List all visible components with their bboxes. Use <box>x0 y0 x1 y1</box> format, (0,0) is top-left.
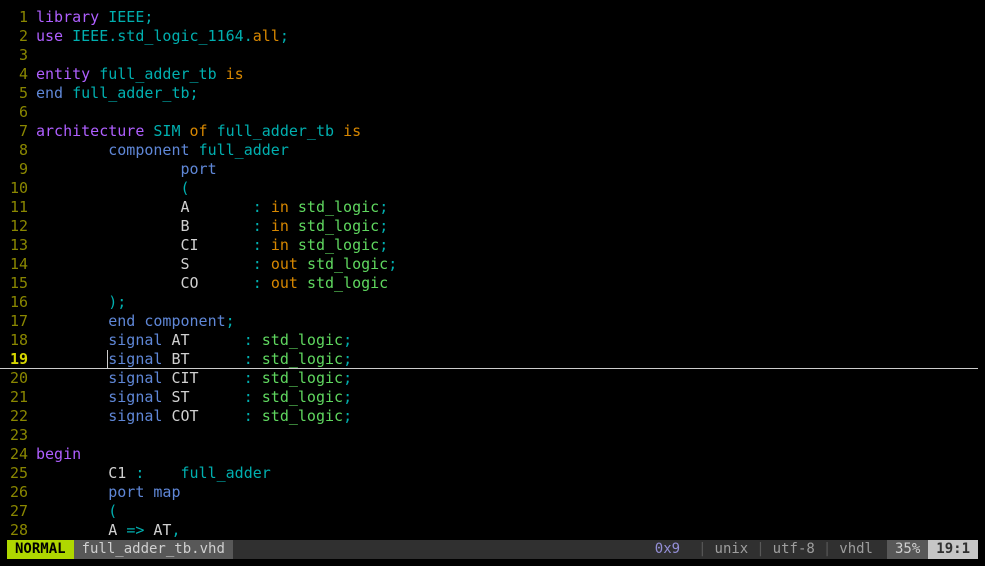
code-content[interactable]: end component; <box>36 312 985 331</box>
line-number: 26 <box>0 483 36 502</box>
line-number: 5 <box>0 84 36 103</box>
fileformat-indicator: unix <box>709 540 755 559</box>
code-content[interactable] <box>36 103 985 122</box>
line-number: 4 <box>0 65 36 84</box>
code-content[interactable]: signal AT : std_logic; <box>36 331 985 350</box>
code-content[interactable]: use IEEE.std_logic_1164.all; <box>36 27 985 46</box>
code-content[interactable]: port map <box>36 483 985 502</box>
code-content[interactable]: CO : out std_logic <box>36 274 985 293</box>
code-line[interactable]: 1library IEEE; <box>0 8 985 27</box>
line-number: 20 <box>0 369 36 388</box>
line-number: 8 <box>0 141 36 160</box>
line-number: 17 <box>0 312 36 331</box>
line-number: 28 <box>0 521 36 540</box>
code-content[interactable]: ( <box>36 179 985 198</box>
line-number: 27 <box>0 502 36 521</box>
code-content[interactable]: library IEEE; <box>36 8 985 27</box>
code-line[interactable]: 7architecture SIM of full_adder_tb is <box>0 122 985 141</box>
code-line[interactable]: 24begin <box>0 445 985 464</box>
code-content[interactable]: ); <box>36 293 985 312</box>
line-number: 6 <box>0 103 36 122</box>
line-number: 25 <box>0 464 36 483</box>
code-content[interactable]: CI : in std_logic; <box>36 236 985 255</box>
code-content[interactable]: signal BT : std_logic; <box>36 350 985 369</box>
mode-indicator: NORMAL <box>7 540 74 559</box>
code-line[interactable]: 22 signal COT : std_logic; <box>0 407 985 426</box>
code-line[interactable]: 4entity full_adder_tb is <box>0 65 985 84</box>
line-number: 21 <box>0 388 36 407</box>
code-line[interactable]: 23 <box>0 426 985 445</box>
code-content[interactable]: C1 : full_adder <box>36 464 985 483</box>
code-content[interactable]: signal CIT : std_logic; <box>36 369 985 388</box>
code-line[interactable]: 6 <box>0 103 985 122</box>
code-line[interactable]: 11 A : in std_logic; <box>0 198 985 217</box>
line-number: 9 <box>0 160 36 179</box>
code-line[interactable]: 21 signal ST : std_logic; <box>0 388 985 407</box>
status-bar: NORMAL full_adder_tb.vhd 0x9 | unix | ut… <box>7 540 978 559</box>
code-line[interactable]: 2use IEEE.std_logic_1164.all; <box>0 27 985 46</box>
code-content[interactable]: component full_adder <box>36 141 985 160</box>
statusbar-right: | unix | utf-8 | vhdl <box>688 540 887 559</box>
hex-indicator: 0x9 <box>647 540 688 559</box>
line-number: 14 <box>0 255 36 274</box>
code-content[interactable]: signal COT : std_logic; <box>36 407 985 426</box>
encoding-indicator: utf-8 <box>767 540 821 559</box>
code-line[interactable]: 9 port <box>0 160 985 179</box>
line-number: 16 <box>0 293 36 312</box>
code-content[interactable]: begin <box>36 445 985 464</box>
filename-indicator: full_adder_tb.vhd <box>74 540 233 559</box>
code-content[interactable]: port <box>36 160 985 179</box>
code-line[interactable]: 25 C1 : full_adder <box>0 464 985 483</box>
code-content[interactable] <box>36 46 985 65</box>
line-number: 18 <box>0 331 36 350</box>
line-number: 1 <box>0 8 36 27</box>
code-editor[interactable]: 1library IEEE;2use IEEE.std_logic_1164.a… <box>0 0 985 540</box>
code-line[interactable]: 15 CO : out std_logic <box>0 274 985 293</box>
code-content[interactable]: B : in std_logic; <box>36 217 985 236</box>
code-line[interactable]: 14 S : out std_logic; <box>0 255 985 274</box>
code-content[interactable]: architecture SIM of full_adder_tb is <box>36 122 985 141</box>
line-number: 13 <box>0 236 36 255</box>
percent-indicator: 35% <box>887 540 928 559</box>
code-line[interactable]: 8 component full_adder <box>0 141 985 160</box>
line-number: 23 <box>0 426 36 445</box>
code-content[interactable] <box>36 426 985 445</box>
code-line[interactable]: 12 B : in std_logic; <box>0 217 985 236</box>
line-number: 11 <box>0 198 36 217</box>
code-line[interactable]: 16 ); <box>0 293 985 312</box>
code-line[interactable]: 26 port map <box>0 483 985 502</box>
code-content[interactable]: entity full_adder_tb is <box>36 65 985 84</box>
line-number: 2 <box>0 27 36 46</box>
code-line[interactable]: 5end full_adder_tb; <box>0 84 985 103</box>
code-content[interactable]: S : out std_logic; <box>36 255 985 274</box>
line-number: 10 <box>0 179 36 198</box>
line-number: 3 <box>0 46 36 65</box>
code-line[interactable]: 20 signal CIT : std_logic; <box>0 369 985 388</box>
code-line[interactable]: 3 <box>0 46 985 65</box>
line-number: 7 <box>0 122 36 141</box>
code-line[interactable]: 18 signal AT : std_logic; <box>0 331 985 350</box>
position-indicator: 19:1 <box>928 540 978 559</box>
filetype-indicator: vhdl <box>833 540 879 559</box>
code-line[interactable]: 13 CI : in std_logic; <box>0 236 985 255</box>
code-content[interactable]: signal ST : std_logic; <box>36 388 985 407</box>
code-line[interactable]: 10 ( <box>0 179 985 198</box>
line-number: 22 <box>0 407 36 426</box>
code-line[interactable]: 17 end component; <box>0 312 985 331</box>
code-line[interactable]: 27 ( <box>0 502 985 521</box>
statusbar-spacer <box>233 540 647 559</box>
line-number: 19 <box>0 350 36 369</box>
code-line[interactable]: 19 signal BT : std_logic; <box>0 350 985 369</box>
code-content[interactable]: ( <box>36 502 985 521</box>
code-content[interactable]: A : in std_logic; <box>36 198 985 217</box>
line-number: 12 <box>0 217 36 236</box>
line-number: 24 <box>0 445 36 464</box>
code-line[interactable]: 28 A => AT, <box>0 521 985 540</box>
code-content[interactable]: end full_adder_tb; <box>36 84 985 103</box>
code-content[interactable]: A => AT, <box>36 521 985 540</box>
line-number: 15 <box>0 274 36 293</box>
